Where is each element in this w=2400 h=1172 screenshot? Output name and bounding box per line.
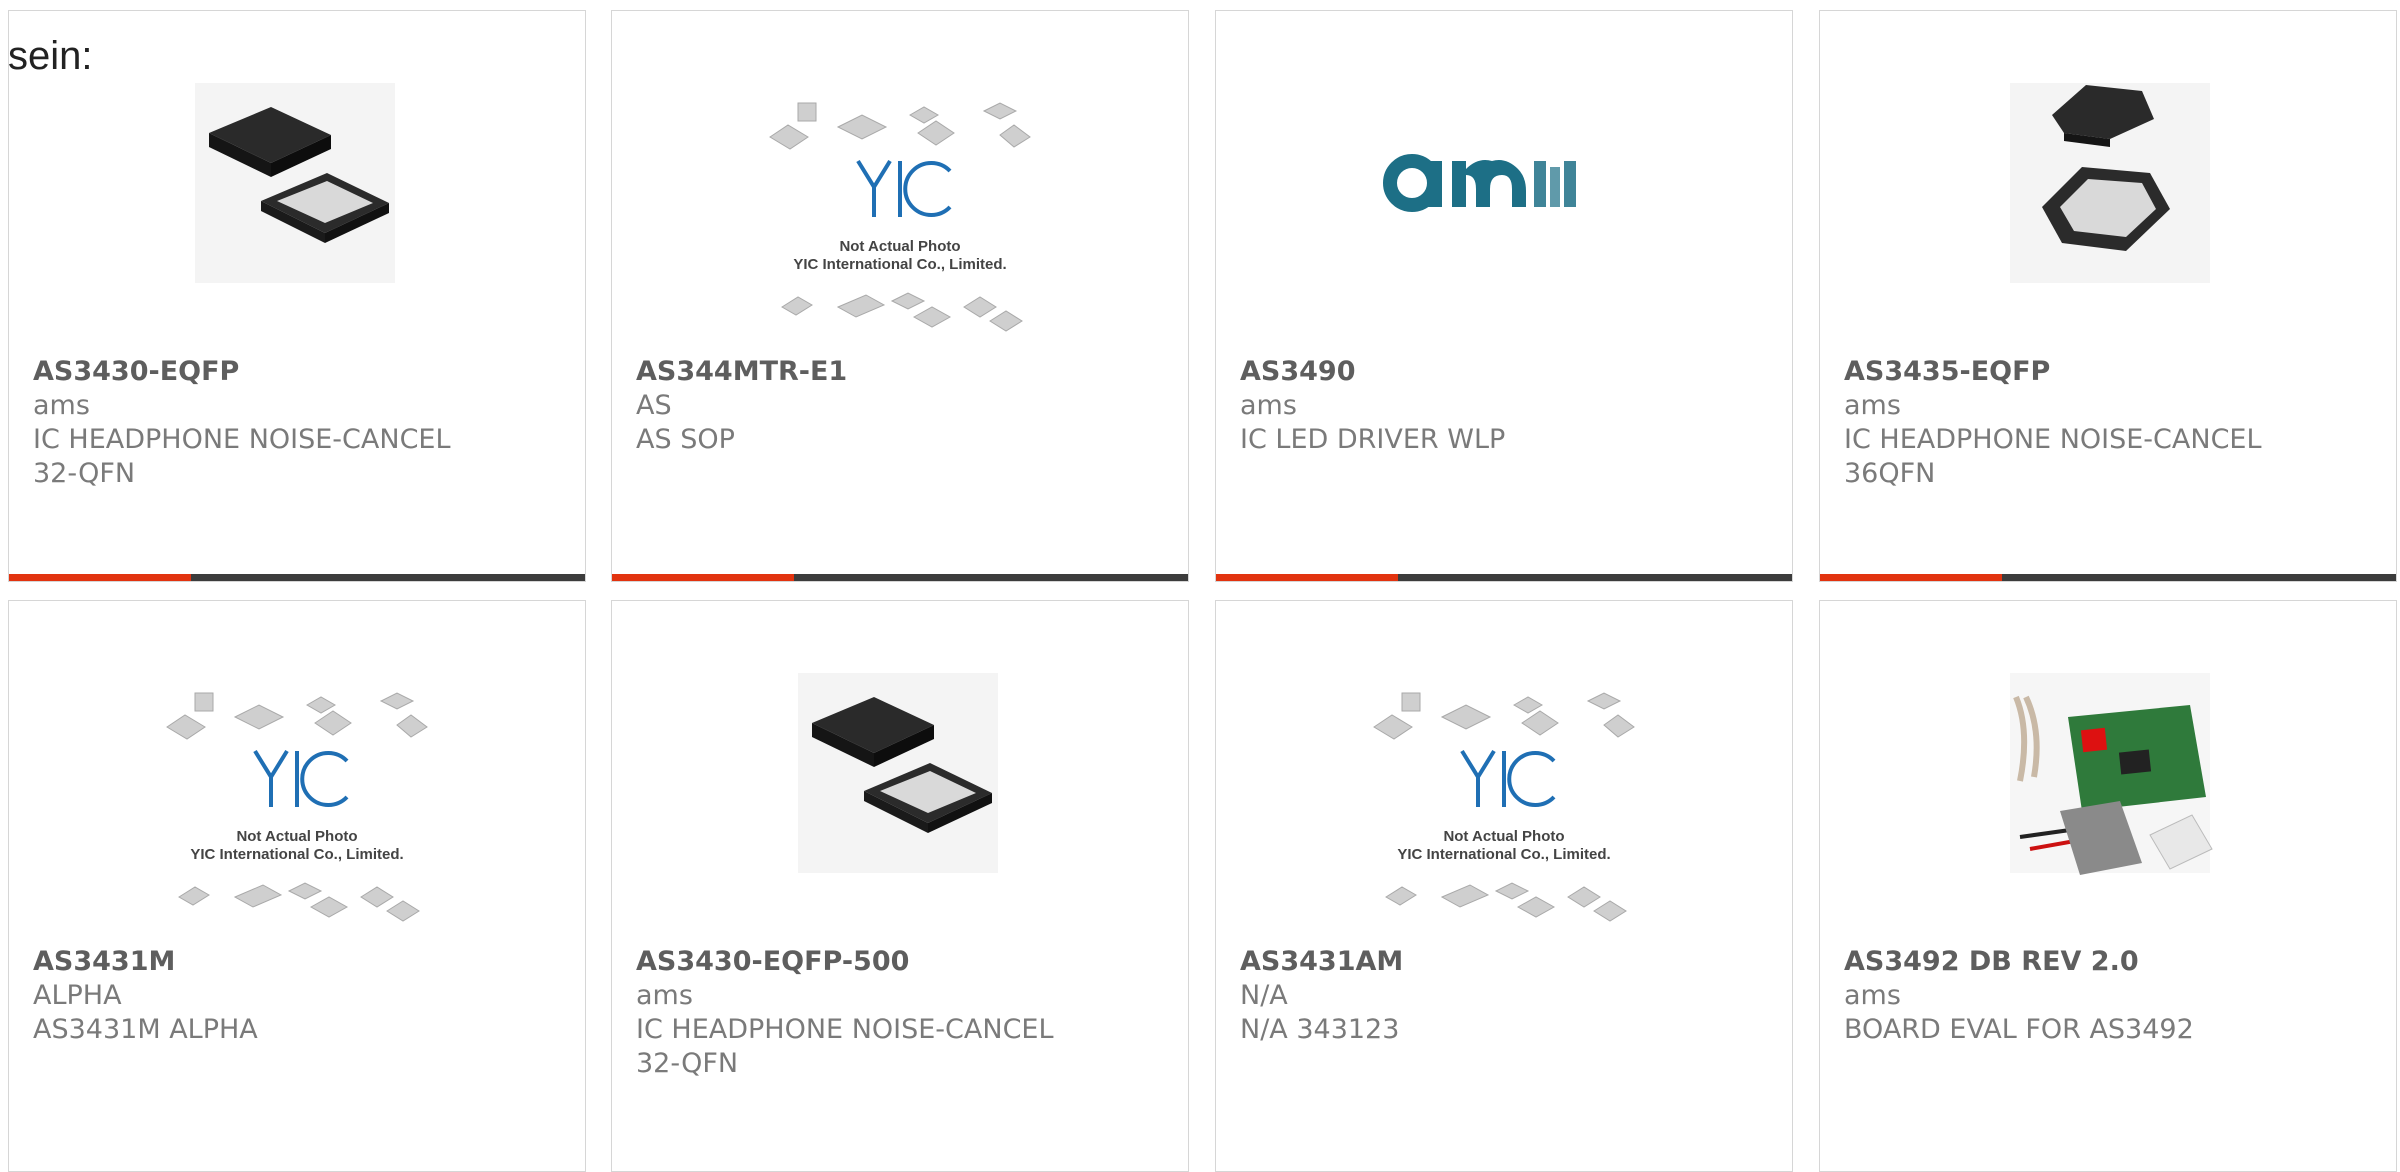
part-number[interactable]: AS3431AM <box>1240 945 1780 979</box>
qfn-chip-pair-image <box>195 83 395 283</box>
product-card[interactable]: Not Actual Photo YIC International Co., … <box>611 10 1189 582</box>
product-card[interactable]: AS3490 ams IC LED DRIVER WLP <box>1215 10 1793 582</box>
manufacturer: N/A <box>1240 980 1288 1011</box>
package: 32-QFN <box>636 1048 739 1079</box>
description: IC HEADPHONE NOISE-CANCEL <box>1844 424 2262 455</box>
card-bar <box>9 574 585 581</box>
product-card[interactable]: Not Actual Photo YIC International Co., … <box>1215 600 1793 1172</box>
description: IC HEADPHONE NOISE-CANCEL <box>33 424 451 455</box>
yic-placeholder-image: Not Actual Photo YIC International Co., … <box>166 692 428 922</box>
manufacturer: AS <box>636 390 672 421</box>
description: IC LED DRIVER WLP <box>1240 424 1506 455</box>
card-bar-accent <box>612 574 794 581</box>
placeholder-caption-1: Not Actual Photo <box>236 828 357 845</box>
manufacturer: ams <box>1240 390 1297 421</box>
manufacturer: ams <box>636 980 693 1011</box>
description: AS SOP <box>636 424 735 455</box>
placeholder-caption-2: YIC International Co., Limited. <box>1397 846 1610 863</box>
yic-placeholder-image: Not Actual Photo YIC International Co., … <box>769 102 1031 332</box>
part-number[interactable]: AS3492 DB REV 2.0 <box>1844 945 2384 979</box>
manufacturer: ams <box>33 390 90 421</box>
qfn-chip-stack-image <box>2010 83 2210 283</box>
part-number[interactable]: AS3490 <box>1240 355 1780 389</box>
part-number[interactable]: AS3435-EQFP <box>1844 355 2384 389</box>
part-number[interactable]: AS3431M <box>33 945 573 979</box>
placeholder-caption-2: YIC International Co., Limited. <box>190 846 403 863</box>
placeholder-caption-1: Not Actual Photo <box>1443 828 1564 845</box>
card-bar <box>1216 574 1792 581</box>
manufacturer: ALPHA <box>33 980 122 1011</box>
card-bar-accent <box>1216 574 1398 581</box>
manufacturer: ams <box>1844 980 1901 1011</box>
part-number[interactable]: AS344MTR-E1 <box>636 355 1176 389</box>
qfn-chip-pair-image <box>798 673 998 873</box>
product-card[interactable]: AS3430-EQFP-500 ams IC HEADPHONE NOISE-C… <box>611 600 1189 1172</box>
description: AS3431M ALPHA <box>33 1014 258 1045</box>
description: IC HEADPHONE NOISE-CANCEL <box>636 1014 1054 1045</box>
placeholder-caption-2: YIC International Co., Limited. <box>793 256 1006 273</box>
card-bar-accent <box>9 574 191 581</box>
description: N/A 343123 <box>1240 1014 1400 1045</box>
eval-board-image <box>2010 673 2213 875</box>
description: BOARD EVAL FOR AS3492 <box>1844 1014 2194 1045</box>
manufacturer: ams <box>1844 390 1901 421</box>
placeholder-caption-1: Not Actual Photo <box>839 238 960 255</box>
yic-placeholder-image: Not Actual Photo YIC International Co., … <box>1373 692 1635 922</box>
ams-logo-image <box>1383 154 1576 212</box>
intro-text: sein: <box>8 34 93 78</box>
product-card[interactable]: AS3430-EQFP ams IC HEADPHONE NOISE-CANCE… <box>8 10 586 582</box>
part-number[interactable]: AS3430-EQFP-500 <box>636 945 1176 979</box>
package: 36QFN <box>1844 458 1936 489</box>
card-bar-accent <box>1820 574 2002 581</box>
part-number[interactable]: AS3430-EQFP <box>33 355 573 389</box>
product-card[interactable]: AS3435-EQFP ams IC HEADPHONE NOISE-CANCE… <box>1819 10 2397 582</box>
product-card[interactable]: Not Actual Photo YIC International Co., … <box>8 600 586 1172</box>
product-card[interactable]: AS3492 DB REV 2.0 ams BOARD EVAL FOR AS3… <box>1819 600 2397 1172</box>
package: 32-QFN <box>33 458 136 489</box>
card-bar <box>612 574 1188 581</box>
card-bar <box>1820 574 2396 581</box>
product-grid: AS3430-EQFP ams IC HEADPHONE NOISE-CANCE… <box>0 0 2400 1172</box>
